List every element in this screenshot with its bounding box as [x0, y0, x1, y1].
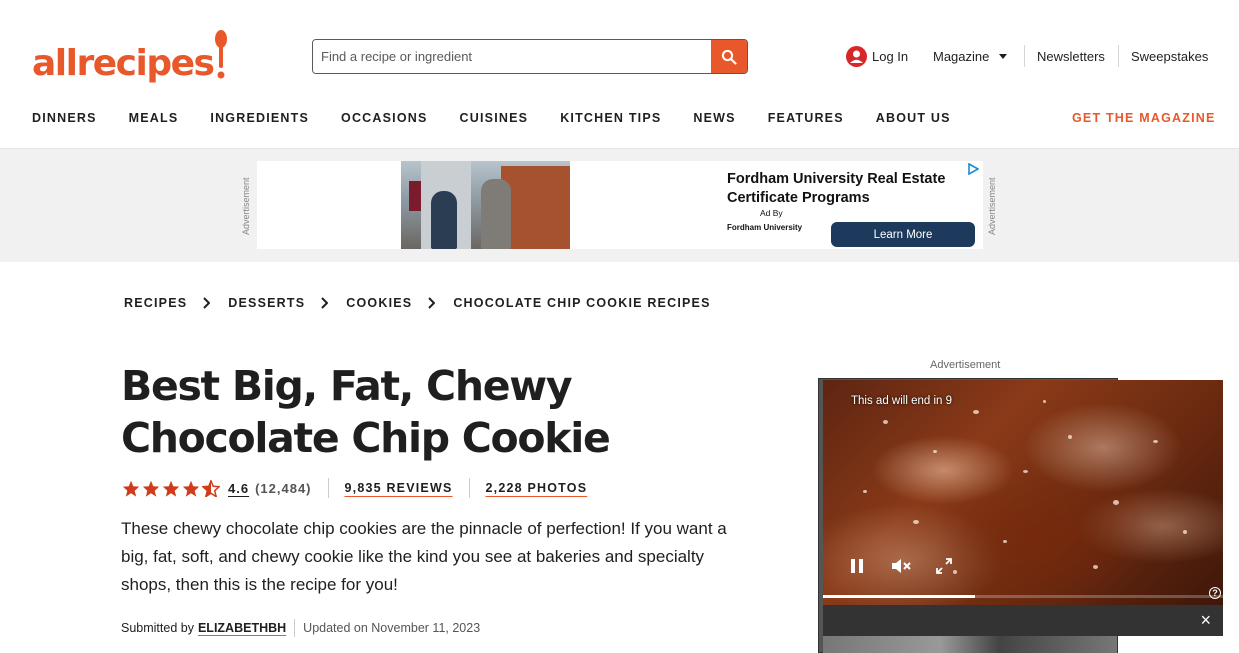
nav-item-ingredients[interactable]: INGREDIENTS [210, 111, 309, 125]
star-rating[interactable] [122, 479, 220, 497]
video-progress-bar[interactable] [823, 595, 1223, 598]
breadcrumb-chocolate-chip-cookie-recipes[interactable]: CHOCOLATE CHIP COOKIE RECIPES [453, 296, 710, 310]
search-icon [721, 49, 737, 65]
breadcrumb-desserts[interactable]: DESSERTS [228, 296, 305, 310]
submitted-by-label: Submitted by [121, 621, 194, 635]
newsletters-link[interactable]: Newsletters [1037, 44, 1105, 68]
ad-label-left: Advertisement [241, 177, 251, 235]
nav-item-cuisines[interactable]: CUISINES [460, 111, 529, 125]
video-progress-fill [823, 595, 975, 598]
get-the-magazine-link[interactable]: GET THE MAGAZINE [1072, 111, 1216, 125]
video-ad-player[interactable]: This ad will end in 9 ? [823, 380, 1223, 605]
divider [294, 619, 296, 637]
sweepstakes-link[interactable]: Sweepstakes [1131, 44, 1208, 68]
nav-item-kitchen-tips[interactable]: KITCHEN TIPS [560, 111, 661, 125]
reviews-link[interactable]: 9,835 REVIEWS [345, 481, 453, 495]
chevron-right-icon [203, 297, 211, 309]
nav-item-occasions[interactable]: OCCASIONS [341, 111, 428, 125]
nav-item-features[interactable]: FEATURES [768, 111, 844, 125]
adchoices-icon[interactable] [967, 163, 979, 175]
site-header: allrecipes Log In Magazine Newsletters S… [0, 0, 1239, 148]
divider [327, 478, 329, 498]
ad-label-right: Advertisement [987, 177, 997, 235]
recipe-description: These chewy chocolate chip cookies are t… [121, 519, 727, 594]
mute-icon[interactable] [891, 558, 911, 574]
allrecipes-logo[interactable]: allrecipes [32, 30, 228, 82]
side-ad-image [823, 636, 1117, 653]
star-half-icon [202, 479, 220, 497]
spoon-icon [215, 30, 228, 79]
main-nav: DINNERS MEALS INGREDIENTS OCCASIONS CUIS… [32, 111, 983, 125]
breadcrumb-cookies[interactable]: COOKIES [346, 296, 412, 310]
divider [1024, 45, 1025, 67]
login-link[interactable]: Log In [846, 44, 908, 68]
star-icon [142, 480, 160, 497]
ad-headline: Fordham University Real Estate Certifica… [727, 171, 946, 206]
close-icon[interactable]: × [1200, 610, 1211, 630]
nav-item-about-us[interactable]: ABOUT US [876, 111, 951, 125]
chevron-right-icon [321, 297, 329, 309]
ad-photo [401, 161, 570, 249]
byline: Submitted by ELIZABETHBH Updated on Nove… [121, 619, 480, 637]
star-icon [182, 480, 200, 497]
chevron-down-icon [999, 53, 1008, 59]
ad-by-label: Ad By [760, 208, 783, 218]
rating-row: 4.6 (12,484) 9,835 REVIEWS 2,228 PHOTOS [122, 477, 587, 499]
login-label: Log In [872, 48, 909, 64]
pause-icon[interactable] [850, 558, 864, 574]
nav-item-news[interactable]: NEWS [693, 111, 735, 125]
star-icon [162, 480, 180, 497]
ad-close-bar: × [823, 605, 1223, 636]
ad-countdown-text: This ad will end in 9 [851, 395, 952, 407]
magazine-label: Magazine [933, 48, 990, 64]
photos-link[interactable]: 2,228 PHOTOS [486, 481, 588, 495]
star-icon [122, 480, 140, 497]
top-ad-creative[interactable]: Fordham University Real Estate Certifica… [257, 161, 983, 249]
chevron-right-icon [428, 297, 436, 309]
nav-item-dinners[interactable]: DINNERS [32, 111, 97, 125]
breadcrumb-recipes[interactable]: RECIPES [124, 296, 187, 310]
divider [1118, 45, 1119, 67]
magazine-dropdown[interactable]: Magazine [933, 44, 1008, 68]
recipe-title: Best Big, Fat, Chewy Chocolate Chip Cook… [121, 362, 611, 462]
side-ad-label: Advertisement [930, 359, 1001, 371]
help-icon[interactable]: ? [1209, 587, 1221, 599]
rating-count: (12,484) [255, 480, 312, 496]
rating-value[interactable]: 4.6 [228, 481, 249, 496]
user-account-icon [846, 45, 867, 67]
search-button[interactable] [711, 40, 747, 73]
breadcrumb: RECIPES DESSERTS COOKIES CHOCOLATE CHIP … [124, 296, 711, 310]
search-input[interactable] [313, 40, 711, 73]
divider [468, 478, 470, 498]
author-link[interactable]: ELIZABETHBH [198, 621, 286, 635]
search-bar [312, 39, 748, 74]
logo-text: allrecipes [32, 43, 215, 84]
ad-advertiser: Fordham University [727, 223, 803, 232]
nav-item-meals[interactable]: MEALS [129, 111, 179, 125]
fullscreen-icon[interactable] [936, 558, 952, 574]
learn-more-button[interactable]: Learn More [831, 222, 975, 247]
updated-date: Updated on November 11, 2023 [303, 621, 481, 635]
